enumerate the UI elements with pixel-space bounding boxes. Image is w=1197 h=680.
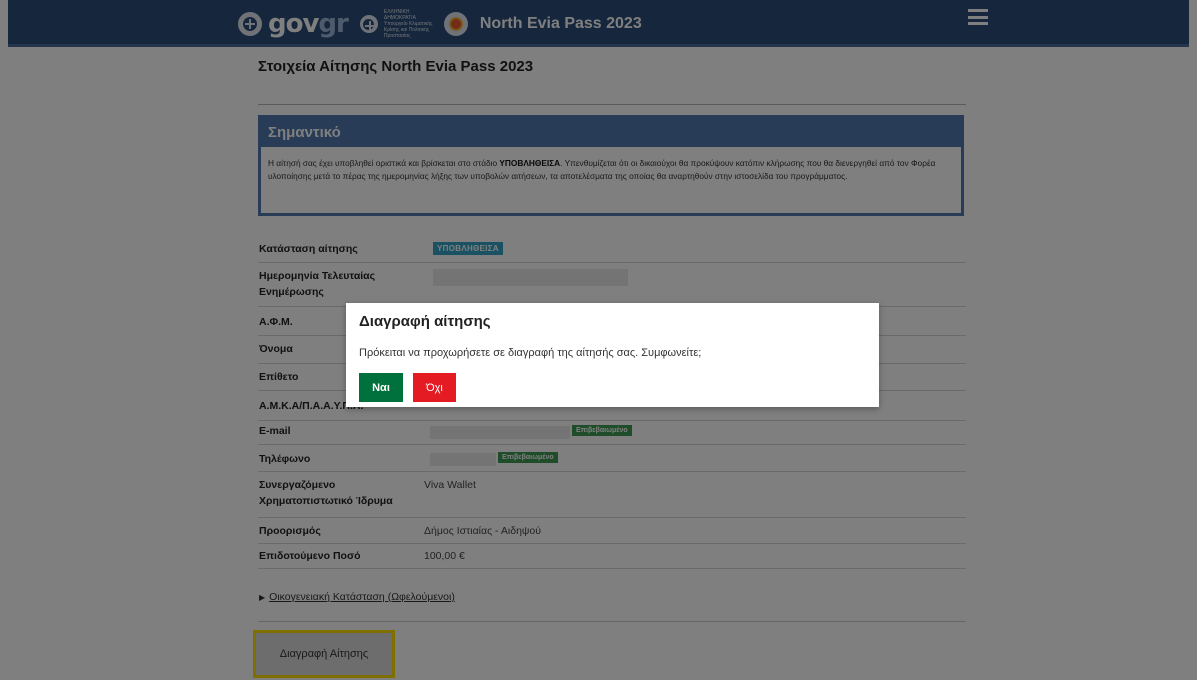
no-button[interactable]: Όχι <box>413 373 456 402</box>
delete-confirm-dialog: Διαγραφή αίτησης Πρόκειται να προχωρήσετ… <box>346 303 879 407</box>
dialog-title: Διαγραφή αίτησης <box>359 313 491 330</box>
dialog-message: Πρόκειται να προχωρήσετε σε διαγραφή της… <box>359 347 702 359</box>
yes-button[interactable]: Ναι <box>359 373 403 402</box>
